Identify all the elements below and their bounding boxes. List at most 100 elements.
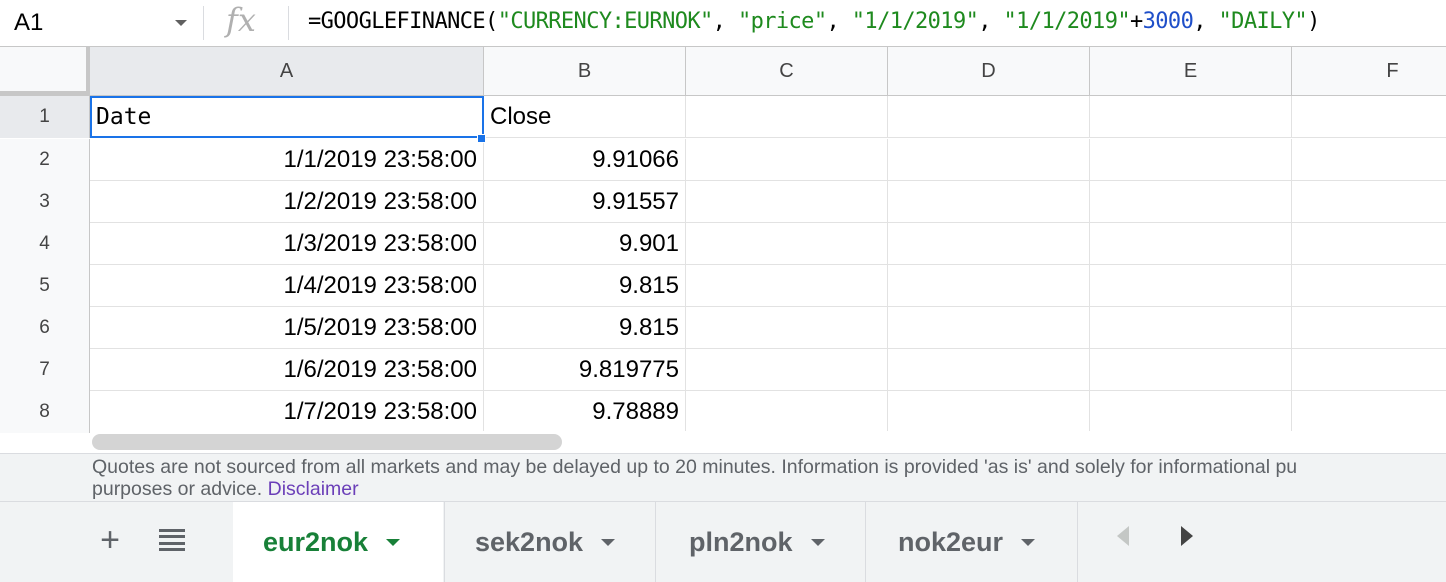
table-row: 1 Date Close [0, 96, 1446, 138]
row-header[interactable]: 8 [0, 391, 90, 433]
formula-token: , [712, 9, 738, 34]
disclaimer-line-2: purposes or advice. [92, 478, 263, 500]
cell-c4[interactable] [686, 223, 888, 265]
cell-e5[interactable] [1090, 265, 1292, 307]
cell-f5[interactable] [1292, 265, 1446, 307]
cell-d6[interactable] [888, 307, 1090, 349]
sheet-tab-label: eur2nok [263, 527, 369, 557]
row-header[interactable]: 4 [0, 223, 90, 265]
cell-f7[interactable] [1292, 349, 1446, 391]
cell-d8[interactable] [888, 391, 1090, 433]
cell-d1[interactable] [888, 96, 1090, 138]
cell-a6[interactable]: 1/5/2019 23:58:00 [90, 307, 484, 349]
scroll-tabs-right-icon[interactable] [1181, 526, 1193, 546]
cell-e8[interactable] [1090, 391, 1292, 433]
formula-token: "DAILY" [1218, 9, 1308, 34]
cell-b2[interactable]: 9.91066 [484, 139, 686, 181]
column-header-d[interactable]: D [888, 47, 1090, 95]
name-box-dropdown-icon[interactable] [175, 20, 187, 26]
cell-e6[interactable] [1090, 307, 1292, 349]
cell-f6[interactable] [1292, 307, 1446, 349]
disclaimer-banner: Quotes are not sourced from all markets … [0, 453, 1446, 501]
cell-a7[interactable]: 1/6/2019 23:58:00 [90, 349, 484, 391]
tab-divider [655, 502, 656, 582]
cell-a1[interactable]: Date [90, 96, 484, 138]
table-row: 8 1/7/2019 23:58:00 9.78889 [0, 391, 1446, 433]
cell-c6[interactable] [686, 307, 888, 349]
formula-token: ) [1307, 9, 1320, 34]
disclaimer-link[interactable]: Disclaimer [268, 478, 359, 500]
sheet-tab-pln2nok[interactable]: pln2nok [659, 502, 865, 582]
chevron-down-icon[interactable] [601, 539, 616, 546]
cell-a8[interactable]: 1/7/2019 23:58:00 [90, 391, 484, 433]
cell-f4[interactable] [1292, 223, 1446, 265]
cell-b3[interactable]: 9.91557 [484, 181, 686, 223]
cell-c5[interactable] [686, 265, 888, 307]
cell-a3[interactable]: 1/2/2019 23:58:00 [90, 181, 484, 223]
add-sheet-button[interactable]: + [90, 520, 130, 560]
cell-e1[interactable] [1090, 96, 1292, 138]
cell-f1[interactable] [1292, 96, 1446, 138]
column-header-e[interactable]: E [1090, 47, 1292, 95]
sheet-tab-nok2eur[interactable]: nok2eur [868, 502, 1076, 582]
row-header[interactable]: 2 [0, 139, 90, 181]
formula-bar: A1 fx =GOOGLEFINANCE("CURRENCY:EURNOK", … [0, 0, 1446, 47]
all-sheets-button[interactable] [152, 520, 192, 560]
cell-a5[interactable]: 1/4/2019 23:58:00 [90, 265, 484, 307]
row-header[interactable]: 1 [0, 96, 90, 138]
cell-b1[interactable]: Close [484, 96, 686, 138]
scrollbar-thumb[interactable] [92, 434, 562, 450]
cell-c2[interactable] [686, 139, 888, 181]
cell-b7[interactable]: 9.819775 [484, 349, 686, 391]
select-all-corner[interactable] [0, 47, 90, 95]
cell-b5[interactable]: 9.815 [484, 265, 686, 307]
cell-d3[interactable] [888, 181, 1090, 223]
cell-f2[interactable] [1292, 139, 1446, 181]
cell-c7[interactable] [686, 349, 888, 391]
cell-c3[interactable] [686, 181, 888, 223]
column-header-a[interactable]: A [90, 47, 484, 95]
row-header[interactable]: 5 [0, 265, 90, 307]
cell-b6[interactable]: 9.815 [484, 307, 686, 349]
formula-token: =GOOGLEFINANCE( [308, 9, 498, 34]
cell-f8[interactable] [1292, 391, 1446, 433]
row-header[interactable]: 7 [0, 349, 90, 391]
cell-b4[interactable]: 9.901 [484, 223, 686, 265]
formula-token: 3000 [1142, 9, 1194, 34]
disclaimer-line-1: Quotes are not sourced from all markets … [92, 456, 1298, 478]
formula-input[interactable]: =GOOGLEFINANCE("CURRENCY:EURNOK", "price… [308, 9, 1320, 34]
cell-e7[interactable] [1090, 349, 1292, 391]
cell-a2[interactable]: 1/1/2019 23:58:00 [90, 139, 484, 181]
cell-a4[interactable]: 1/3/2019 23:58:00 [90, 223, 484, 265]
name-box[interactable]: A1 [0, 0, 200, 46]
formula-token: , [978, 9, 1004, 34]
cell-d4[interactable] [888, 223, 1090, 265]
chevron-down-icon[interactable] [1021, 539, 1036, 546]
cell-c1[interactable] [686, 96, 888, 138]
selection-fill-handle[interactable] [477, 134, 486, 143]
cell-e3[interactable] [1090, 181, 1292, 223]
sheet-tab-label: sek2nok [475, 527, 584, 557]
cell-c8[interactable] [686, 391, 888, 433]
row-header[interactable]: 6 [0, 307, 90, 349]
cell-f3[interactable] [1292, 181, 1446, 223]
sheet-tab-eur2nok[interactable]: eur2nok [233, 502, 443, 582]
cell-e4[interactable] [1090, 223, 1292, 265]
fx-icon: fx [226, 1, 256, 39]
formula-token: + [1129, 9, 1143, 34]
chevron-down-icon[interactable] [810, 539, 825, 546]
chevron-down-icon[interactable] [386, 539, 401, 546]
cell-d2[interactable] [888, 139, 1090, 181]
cell-d5[interactable] [888, 265, 1090, 307]
all-sheets-icon [159, 529, 185, 551]
cell-e2[interactable] [1090, 139, 1292, 181]
row-header[interactable]: 3 [0, 181, 90, 223]
formula-token: , [1193, 9, 1219, 34]
sheet-tab-sek2nok[interactable]: sek2nok [445, 502, 655, 582]
column-header-b[interactable]: B [484, 47, 686, 95]
column-header-f[interactable]: F [1292, 47, 1446, 95]
scroll-tabs-left-icon[interactable] [1117, 526, 1129, 546]
column-header-c[interactable]: C [686, 47, 888, 95]
cell-b8[interactable]: 9.78889 [484, 391, 686, 433]
cell-d7[interactable] [888, 349, 1090, 391]
